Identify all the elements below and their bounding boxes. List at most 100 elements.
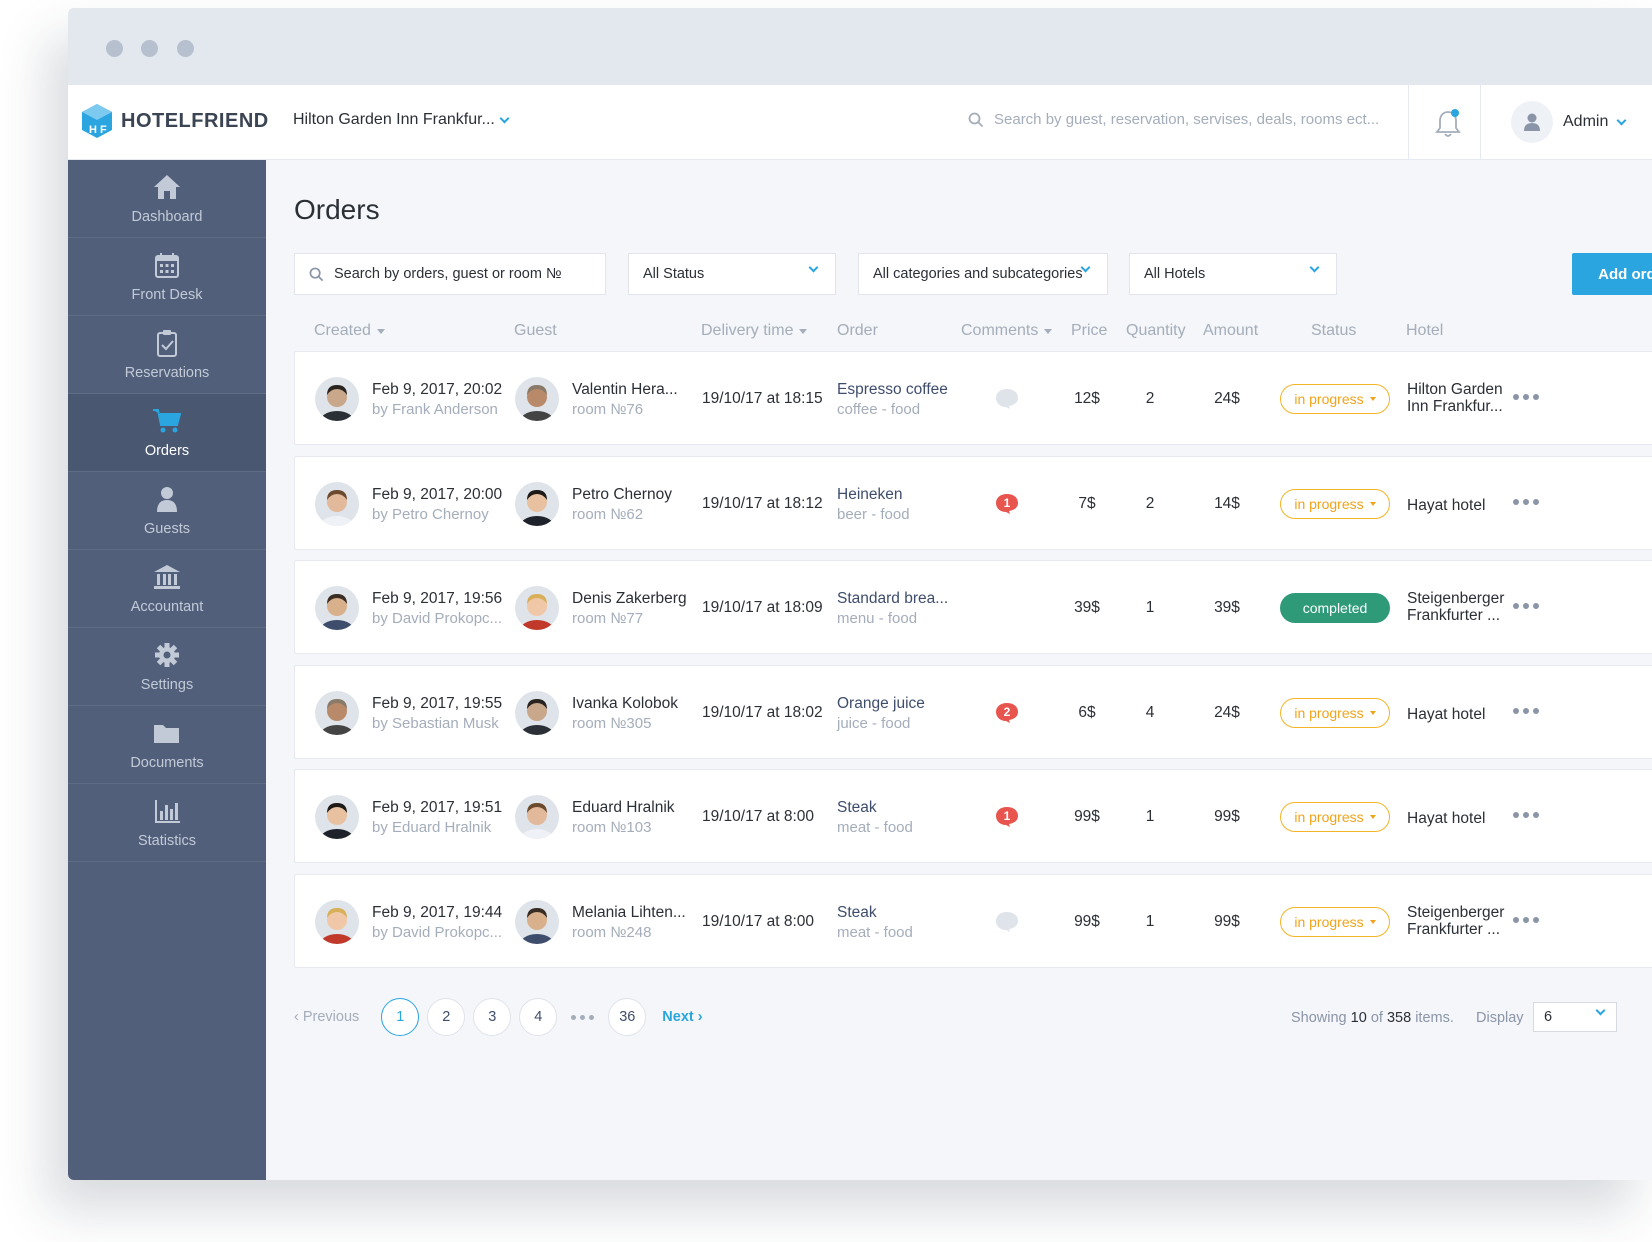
hotel-name-line1: Hayat hotel [1407,705,1486,723]
window-dot-maximize[interactable] [177,40,194,57]
sidebar-item-front-desk[interactable]: Front Desk [68,238,266,316]
comment-empty-icon[interactable] [995,911,1019,933]
column-header-created[interactable]: Created [314,322,385,340]
showing-total: 358 [1386,1010,1412,1026]
order-cell[interactable]: Steak meat - food [837,904,913,941]
created-cell: Feb 9, 2017, 19:56 by David Prokopc... [372,590,502,627]
previous-page-link[interactable]: ‹ Previous [294,1009,359,1025]
comment-count-badge[interactable]: 1 [995,806,1019,828]
window-dot-minimize[interactable] [141,40,158,57]
row-more-icon[interactable] [1513,707,1539,714]
status-badge[interactable]: in progress [1280,802,1390,832]
status-badge[interactable]: in progress [1280,697,1390,728]
row-more-icon[interactable] [1513,812,1539,818]
comment-count: 1 [1003,495,1011,510]
column-header-label: Order [837,322,878,339]
table-row[interactable]: Feb 9, 2017, 19:44 by David Prokopc... M… [294,873,1652,968]
table-row[interactable]: Feb 9, 2017, 19:51 by Eduard Hralnik Edu… [294,769,1652,863]
add-order-button[interactable]: Add order [1572,253,1652,295]
display-count-select[interactable]: 6 [1533,1002,1617,1032]
global-search-input[interactable]: Search by guest, reservation, servises, … [968,111,1468,128]
orders-search-input[interactable]: Search by orders, guest or room № [294,253,606,295]
column-header-quantity: Quantity [1126,322,1186,340]
sidebar-item-orders[interactable]: Orders [68,394,266,472]
guest-cell[interactable]: Ivanka Kolobok room №305 [572,695,678,732]
created-date: Feb 9, 2017, 19:44 [372,903,503,921]
table-row[interactable]: Feb 9, 2017, 20:02 by Frank Anderson Val… [294,351,1652,445]
sidebar-item-statistics[interactable]: Statistics [68,784,266,862]
hotel-selector[interactable]: Hilton Garden Inn Frankfur... [293,111,510,129]
page-1-button[interactable]: 1 [381,998,420,1036]
page-title: Orders [294,194,380,225]
status-badge[interactable]: in progress [1280,906,1390,937]
sidebar-item-guests[interactable]: Guests [68,472,266,550]
user-menu[interactable]: Admin [1511,101,1627,143]
guest-cell[interactable]: Eduard Hralnik room №103 [572,799,675,836]
status-label: in progress [1294,913,1364,930]
order-cell[interactable]: Espresso coffee coffee - food [837,381,948,418]
category-filter[interactable]: All categories and subcategories [858,253,1108,295]
creator-avatar [315,795,359,839]
status-filter[interactable]: All Status [628,253,836,295]
quantity: 4 [1145,703,1155,721]
page-3-button[interactable]: 3 [473,998,512,1036]
sort-caret-icon [376,328,385,334]
price: 39$ [1074,599,1100,616]
guest-room: room №103 [572,819,652,836]
guest-cell[interactable]: Denis Zakerberg room №77 [572,590,687,627]
page-4-button[interactable]: 4 [519,998,558,1036]
column-header-comments[interactable]: Comments [961,322,1053,340]
row-more-icon[interactable] [1513,916,1539,923]
comment-empty-icon[interactable] [995,388,1019,410]
guest-cell[interactable]: Melania Lihten... room №248 [572,904,686,941]
guest-cell[interactable]: Valentin Hera... room №76 [572,381,678,418]
status-label: in progress [1294,495,1364,512]
hotel-name-line2: Inn Frankfur... [1407,398,1503,415]
brand-logo[interactable]: H F HOTELFRIEND [81,103,269,139]
sidebar-item-reservations[interactable]: Reservations [68,316,266,394]
hotel-cell: Hayat hotel [1407,706,1485,723]
window-dot-close[interactable] [106,40,123,57]
sidebar-item-accountant[interactable]: Accountant [68,550,266,628]
comment-count-badge[interactable]: 1 [995,493,1019,515]
created-by: by Frank Anderson [372,401,498,418]
status-badge[interactable]: in progress [1280,384,1390,414]
sort-caret-icon [799,328,808,334]
sidebar-item-label: Reservations [124,364,210,381]
pagination-ellipsis-icon [571,1014,595,1020]
creator-avatar [315,481,359,526]
next-page-link[interactable]: Next › [662,1009,702,1025]
sidebar-item-dashboard[interactable]: Dashboard [68,160,266,238]
row-more-icon[interactable] [1513,603,1539,609]
column-header-label: Guest [514,322,557,339]
caret-down-icon [1369,919,1376,924]
sidebar-item-settings[interactable]: Settings [68,628,266,706]
hotel-filter[interactable]: All Hotels [1129,253,1337,295]
status-badge[interactable]: in progress [1280,488,1390,519]
column-header-status: Status [1311,322,1356,340]
guest-photo-icon [515,377,559,421]
row-more-icon[interactable] [1513,498,1539,505]
table-row[interactable]: Feb 9, 2017, 19:55 by Sebastian Musk Iva… [294,664,1652,759]
order-name: Standard brea... [837,590,949,607]
guest-room: room №305 [572,714,652,732]
notifications-button[interactable] [1433,107,1463,139]
comment-count-badge[interactable]: 2 [995,702,1019,724]
guest-cell[interactable]: Petro Chernoy room №62 [572,486,672,523]
column-header-delivery-time[interactable]: Delivery time [701,322,808,340]
order-name: Steak [837,903,877,921]
table-row[interactable]: Feb 9, 2017, 19:56 by David Prokopc... D… [294,560,1652,654]
created-by: by Sebastian Musk [372,714,499,732]
sidebar-item-documents[interactable]: Documents [68,706,266,784]
order-cell[interactable]: Steak meat - food [837,799,913,836]
order-category: meat - food [837,923,913,941]
row-more-icon[interactable] [1513,394,1539,400]
page-2-button[interactable]: 2 [427,998,466,1036]
status-badge[interactable]: completed [1280,593,1390,623]
table-row[interactable]: Feb 9, 2017, 20:00 by Petro Chernoy Petr… [294,455,1652,550]
page-36-button[interactable]: 36 [608,998,647,1036]
order-cell[interactable]: Standard brea... menu - food [837,590,948,627]
bar-chart-icon [155,799,180,823]
order-cell[interactable]: Heineken beer - food [837,486,910,523]
order-cell[interactable]: Orange juice juice - food [837,695,925,732]
